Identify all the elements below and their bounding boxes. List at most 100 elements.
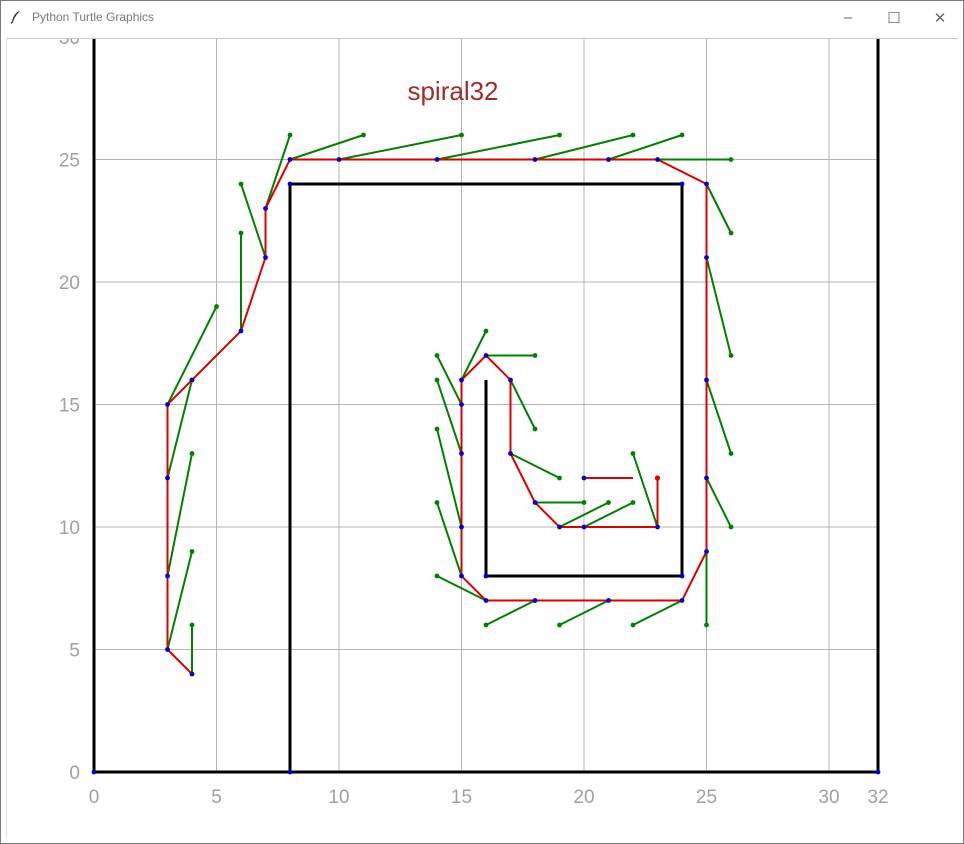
ray-end-dot <box>581 500 587 505</box>
ray-end-dot <box>557 475 562 481</box>
ray-end-dot <box>728 353 734 358</box>
vertex-dot <box>581 524 587 530</box>
green-ray <box>240 183 267 258</box>
vertex-dot <box>165 402 170 407</box>
vertex-dot <box>165 647 170 652</box>
green-ray <box>166 379 193 479</box>
green-ray <box>485 599 536 626</box>
vertex-dot <box>238 328 244 334</box>
y-tick-label: 25 <box>59 151 80 172</box>
ray-end-dot <box>630 451 636 456</box>
turtle-canvas[interactable]: 0510152025303205101520253032 spiral32 <box>6 38 958 838</box>
x-tick-label: 32 <box>867 787 888 808</box>
ray-end-dot <box>189 451 195 456</box>
ray-end-dot <box>630 622 636 628</box>
vertex-dot <box>91 769 97 775</box>
ray-end-dot <box>189 549 195 554</box>
close-button[interactable]: ✕ <box>917 1 963 34</box>
vertex-dot <box>459 451 464 456</box>
ray-end-dot <box>557 132 562 138</box>
minimize-button[interactable]: – <box>825 1 871 34</box>
spiral-plot: 0510152025303205101520253032 spiral32 <box>59 39 889 808</box>
green-ray <box>705 257 732 356</box>
ray-end-dot <box>679 132 685 138</box>
ray-end-dot <box>557 622 562 628</box>
y-tick-label: 20 <box>59 273 80 294</box>
green-ray <box>436 134 560 161</box>
tick-labels: 0510152025303205101520253032 <box>59 39 889 808</box>
vertex-dot <box>581 475 587 481</box>
green-ray <box>436 355 463 405</box>
vertex-dot <box>532 157 538 162</box>
vertex-dot <box>704 549 709 554</box>
close-icon: ✕ <box>933 9 947 27</box>
vertex-dot <box>189 377 195 383</box>
ray-end-dot <box>606 500 611 505</box>
turtle-window: Python Turtle Graphics – ☐ ✕ 0 5 10 15 20 25 3… <box>0 0 964 844</box>
green-ray <box>632 453 659 528</box>
vertex-dot <box>434 157 440 162</box>
vertex-dot <box>532 500 538 505</box>
y-tick-label: 0 <box>69 763 80 784</box>
ray-end-dot <box>532 353 538 358</box>
ray-end-dot <box>189 622 195 628</box>
vertex-dot <box>483 573 489 579</box>
vertex-dot <box>704 181 709 187</box>
x-tick-label: 5 <box>211 787 222 808</box>
vertex-dot <box>679 573 685 579</box>
ray-end-dot <box>630 132 636 138</box>
vertex-dot <box>655 524 660 530</box>
green-ray <box>338 134 462 161</box>
vertex-dot <box>459 573 464 579</box>
vertex-dot <box>704 255 709 260</box>
vertex-dot <box>459 524 464 530</box>
y-tick-label: 30 <box>59 39 80 49</box>
maximize-icon: ☐ <box>887 9 901 27</box>
title-bar[interactable]: Python Turtle Graphics – ☐ ✕ <box>1 1 963 34</box>
vertex-dot <box>459 377 464 383</box>
green-ray <box>166 551 193 650</box>
vertex-dot <box>508 377 513 383</box>
chart-title: spiral32 <box>407 76 498 106</box>
ray-end-dot <box>214 304 219 309</box>
maximize-button[interactable]: ☐ <box>871 1 917 34</box>
ray-end-dot <box>434 377 440 383</box>
green-ray <box>460 330 487 381</box>
ray-end-dot <box>532 426 538 432</box>
green-ray <box>264 134 291 209</box>
vertex-dot <box>165 475 170 481</box>
ray-end-dot <box>630 500 636 505</box>
vertex-dot <box>875 769 881 775</box>
y-tick-label: 10 <box>59 518 80 539</box>
vertex-dot <box>557 524 562 530</box>
ray-end-dot <box>728 157 734 162</box>
window-title: Python Turtle Graphics <box>32 10 155 24</box>
ray-end-dot <box>434 573 440 579</box>
y-tick-label: 15 <box>59 396 80 417</box>
ray-end-dot <box>238 230 244 236</box>
feather-icon <box>10 11 20 24</box>
ray-end-dot <box>483 328 489 334</box>
ray-end-dot <box>728 451 734 456</box>
ray-end-dot <box>728 230 734 236</box>
vertex-dot <box>679 598 685 603</box>
green-ray <box>166 453 193 577</box>
green-ray <box>583 501 634 528</box>
vertex-dot <box>336 157 342 162</box>
vertex-dot <box>606 157 611 162</box>
x-tick-label: 25 <box>696 787 717 808</box>
vertex-dot <box>483 598 489 603</box>
vertex-dot <box>679 181 685 187</box>
green-ray <box>632 599 683 626</box>
ray-end-dot <box>728 524 734 530</box>
vertex-dot <box>606 598 611 603</box>
vertex-dot <box>532 598 538 603</box>
x-tick-label: 10 <box>328 787 349 808</box>
vertex-dot <box>263 255 268 260</box>
ray-end-dot <box>361 132 366 138</box>
green-ray <box>510 452 560 479</box>
ray-end-dot <box>287 132 293 138</box>
vertex-dot <box>704 475 709 481</box>
green-ray <box>705 183 732 234</box>
green-ray <box>705 477 732 528</box>
